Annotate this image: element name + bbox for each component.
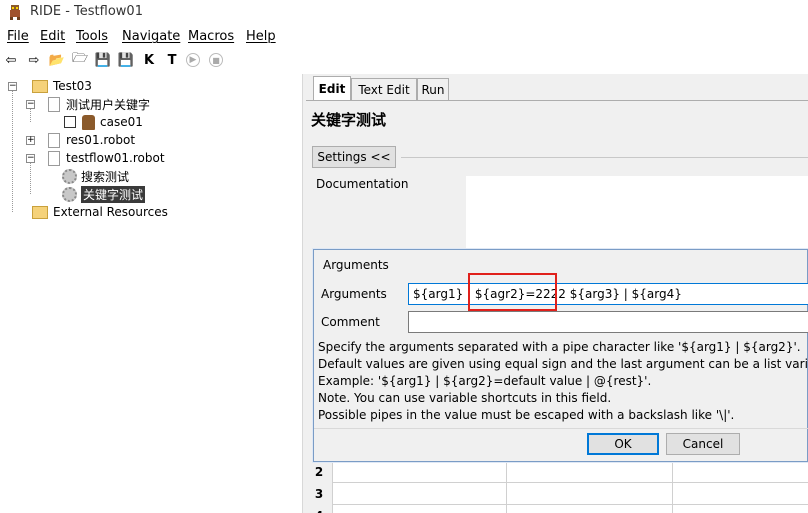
row-number: 3 <box>306 483 333 505</box>
help-line: Note. You can use variable shortcuts in … <box>318 391 612 405</box>
tree-node-keyword-selected[interactable]: 关键字测试 <box>62 185 146 203</box>
run-icon[interactable]: ▶ <box>186 53 200 67</box>
search-tests-icon[interactable]: T <box>163 51 181 69</box>
project-tree: − Test03 − 测试用户关键字 case01 + res01.robot … <box>0 74 302 513</box>
tree-node-label: 关键字测试 <box>81 185 146 203</box>
stop-icon[interactable]: ■ <box>209 53 223 67</box>
keyword-title: 关键字测试 <box>311 111 387 129</box>
column-divider <box>506 461 507 483</box>
tree-node-label: 测试用户关键字 <box>66 97 151 112</box>
tree-node-label: 搜索测试 <box>81 169 130 184</box>
menu-tools[interactable]: Tools <box>76 29 108 44</box>
tree-node-testflow01[interactable]: testflow01.robot <box>48 149 165 167</box>
tree-node-keyword-search[interactable]: 搜索测试 <box>62 167 129 185</box>
collapse-toggle[interactable]: − <box>8 82 17 91</box>
folder-icon <box>32 205 48 219</box>
open-directory-icon[interactable]: 🗁 <box>71 51 89 69</box>
keyword-steps-grid: 2 3 4 <box>306 461 808 513</box>
test-checkbox[interactable] <box>64 116 76 128</box>
file-icon <box>48 96 60 112</box>
menu-help[interactable]: Help <box>246 29 276 44</box>
documentation-label: Documentation <box>316 177 409 191</box>
tree-node-label: External Resources <box>53 205 168 219</box>
gear-icon <box>62 186 77 202</box>
tree-node-label: Test03 <box>53 79 92 93</box>
column-divider <box>506 505 507 513</box>
resource-file-icon <box>48 132 60 148</box>
arguments-label: Arguments <box>321 287 387 301</box>
arrow-left-icon[interactable]: ⇦ <box>2 51 20 69</box>
ride-robot-icon <box>10 5 20 20</box>
dialog-divider <box>314 428 808 429</box>
tree-node-external-resources[interactable]: External Resources <box>32 203 168 221</box>
save-icon[interactable]: 💾 <box>94 51 112 69</box>
tree-connector <box>12 86 13 212</box>
save-all-icon[interactable]: 💾 <box>117 51 135 69</box>
window-title: RIDE - Testflow01 <box>30 4 143 19</box>
search-keywords-icon[interactable]: K <box>140 51 158 69</box>
tab-run[interactable]: Run <box>417 78 449 100</box>
column-divider <box>672 461 673 483</box>
folder-icon <box>32 79 48 93</box>
expand-toggle[interactable]: + <box>26 136 35 145</box>
table-row[interactable]: 4 <box>306 505 808 513</box>
arguments-dialog: Arguments Arguments ${arg1} | ${agr2}=22… <box>313 249 808 462</box>
column-divider <box>506 483 507 505</box>
tab-edit[interactable]: Edit <box>313 76 351 100</box>
tree-node-test03[interactable]: Test03 <box>32 77 92 95</box>
table-row[interactable]: 2 <box>306 461 808 483</box>
tree-node-label: testflow01.robot <box>66 151 165 165</box>
annotation-highlight <box>468 273 557 311</box>
documentation-field[interactable] <box>466 176 808 256</box>
menu-file[interactable]: File <box>7 29 29 44</box>
row-number: 2 <box>306 461 333 483</box>
open-folder-icon[interactable]: 📂 <box>48 51 66 69</box>
settings-toggle-button[interactable]: Settings << <box>312 146 396 168</box>
title-bar: RIDE - Testflow01 <box>0 0 808 24</box>
menu-macros[interactable]: Macros <box>188 29 234 44</box>
tree-node-test-suite[interactable]: 测试用户关键字 <box>48 95 150 113</box>
column-divider <box>672 483 673 505</box>
menu-edit[interactable]: Edit <box>40 29 65 44</box>
tab-text-edit[interactable]: Text Edit <box>351 78 417 100</box>
tree-connector <box>30 158 31 194</box>
collapse-toggle[interactable]: − <box>26 154 35 163</box>
tree-node-label: case01 <box>100 115 143 129</box>
tree-node-label: res01.robot <box>66 133 136 147</box>
robot-test-icon <box>82 114 95 130</box>
toolbar: ⇦ ⇨ 📂 🗁 💾 💾 K T ▶ ■ <box>0 49 808 71</box>
tree-node-case01[interactable]: case01 <box>64 113 143 131</box>
comment-input[interactable] <box>408 311 808 333</box>
menu-bar: File Edit Tools Navigate Macros Help <box>0 27 808 47</box>
help-line: Possible pipes in the value must be esca… <box>318 408 735 422</box>
cancel-button[interactable]: Cancel <box>666 433 740 455</box>
gear-icon <box>62 168 77 184</box>
comment-label: Comment <box>321 315 380 329</box>
help-line: Example: '${arg1} | ${arg2}=default valu… <box>318 374 652 388</box>
ok-button[interactable]: OK <box>587 433 659 455</box>
help-line: Specify the arguments separated with a p… <box>318 340 801 354</box>
collapse-toggle[interactable]: − <box>26 100 35 109</box>
dialog-title: Arguments <box>323 258 389 272</box>
settings-divider <box>401 157 808 158</box>
row-number: 4 <box>306 505 333 513</box>
arguments-help-text: Specify the arguments separated with a p… <box>318 339 808 424</box>
table-row[interactable]: 3 <box>306 483 808 505</box>
column-divider <box>672 505 673 513</box>
menu-navigate[interactable]: Navigate <box>122 29 180 44</box>
resource-file-icon <box>48 150 60 166</box>
arrow-right-icon[interactable]: ⇨ <box>25 51 43 69</box>
help-line: Default values are given using equal sig… <box>318 357 808 371</box>
tree-node-res01[interactable]: res01.robot <box>48 131 135 149</box>
